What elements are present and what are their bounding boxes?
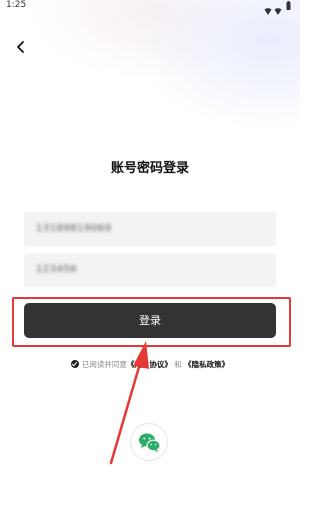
status-time: 1:25 (6, 0, 27, 10)
chevron-left-icon (17, 41, 24, 53)
password-value: 123456 (36, 264, 78, 275)
signal-icon (274, 8, 282, 15)
password-input[interactable]: 123456 (24, 253, 276, 287)
wechat-login-button[interactable] (130, 423, 168, 461)
user-agreement-link[interactable]: 《用户协议》 (127, 360, 172, 369)
privacy-policy-link[interactable]: 《隐私政策》 (184, 360, 229, 369)
agreement-prefix: 已阅读并同意 (81, 360, 127, 369)
agreement-row: 已阅读并同意《用户协议》 和 《隐私政策》 (0, 358, 300, 372)
agree-checkbox[interactable] (70, 360, 79, 368)
login-button[interactable]: 登录 (24, 303, 276, 338)
battery-icon (286, 1, 291, 10)
status-bar: 1:25 (0, 0, 300, 15)
page-title: 账号密码登录 (110, 161, 189, 176)
back-button[interactable] (10, 36, 32, 58)
account-input[interactable]: 13189819069 (24, 212, 276, 246)
account-value: 13189819069 (36, 223, 112, 234)
agreement-conjunction: 和 (174, 360, 182, 369)
wechat-icon (139, 433, 161, 452)
